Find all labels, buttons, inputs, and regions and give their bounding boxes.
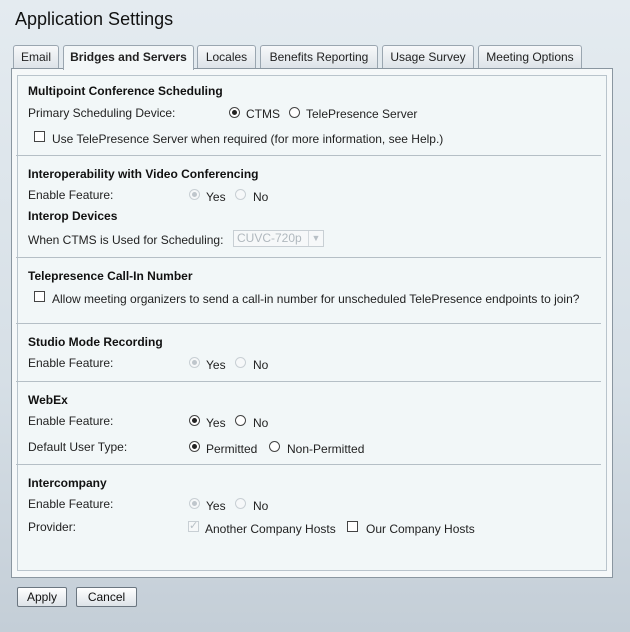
section-title-intercompany: Intercompany [28, 476, 107, 490]
section-title-webex: WebEx [28, 393, 68, 407]
radio-ctms[interactable] [229, 107, 240, 118]
use-tps-checkbox[interactable] [34, 131, 45, 142]
interop-yes-label: Yes [206, 190, 226, 204]
divider [16, 323, 601, 324]
section-title-callin: Telepresence Call-In Number [28, 269, 193, 283]
studio-enable-label: Enable Feature: [28, 356, 114, 370]
tab-email[interactable]: Email [13, 45, 59, 68]
ctms-scheduling-label: When CTMS is Used for Scheduling: [28, 233, 224, 247]
tab-benefits-reporting[interactable]: Benefits Reporting [260, 45, 378, 68]
our-company-label[interactable]: Our Company Hosts [366, 522, 475, 536]
radio-permitted-label[interactable]: Permitted [206, 442, 257, 456]
section-title-multipoint: Multipoint Conference Scheduling [28, 84, 223, 98]
webex-radio-yes[interactable] [189, 415, 200, 426]
tab-locales[interactable]: Locales [197, 45, 256, 68]
use-tps-label: Use TelePresence Server when required (f… [52, 132, 444, 146]
radio-telepresence-server[interactable] [289, 107, 300, 118]
webex-yes-label[interactable]: Yes [206, 416, 226, 430]
chevron-down-icon: ▼ [308, 231, 323, 246]
radio-permitted[interactable] [189, 441, 200, 452]
allow-callin-label: Allow meeting organizers to send a call-… [52, 292, 580, 306]
interop-radio-no[interactable] [235, 189, 246, 200]
page-title: Application Settings [15, 9, 174, 29]
another-company-checkbox[interactable] [188, 519, 199, 532]
radio-non-permitted-label[interactable]: Non-Permitted [287, 442, 364, 456]
our-company-checkbox[interactable] [347, 521, 358, 532]
allow-callin-checkbox[interactable] [34, 291, 45, 302]
intercompany-radio-yes[interactable] [189, 498, 200, 509]
divider [16, 155, 601, 156]
intercompany-radio-no[interactable] [235, 498, 246, 509]
divider [16, 257, 601, 258]
interop-device-select[interactable]: CUVC-720p ▼ [233, 230, 324, 247]
studio-yes-label: Yes [206, 358, 226, 372]
radio-telepresence-server-label[interactable]: TelePresence Server [306, 107, 417, 121]
interop-radio-yes[interactable] [189, 189, 200, 200]
section-title-studio: Studio Mode Recording [28, 335, 163, 349]
intercompany-yes-label: Yes [206, 499, 226, 513]
webex-radio-no[interactable] [235, 415, 246, 426]
tab-bridges-and-servers[interactable]: Bridges and Servers [63, 45, 194, 70]
radio-non-permitted[interactable] [269, 441, 280, 452]
primary-scheduling-label: Primary Scheduling Device: [28, 106, 176, 120]
webex-no-label[interactable]: No [253, 416, 268, 430]
intercompany-no-label: No [253, 499, 269, 513]
provider-label: Provider: [28, 520, 77, 534]
interop-no-label: No [253, 190, 269, 204]
studio-no-label: No [253, 358, 269, 372]
tab-meeting-options[interactable]: Meeting Options [478, 45, 582, 68]
cancel-button[interactable]: Cancel [76, 587, 137, 607]
intercompany-enable-label: Enable Feature: [28, 497, 114, 511]
webex-enable-label: Enable Feature: [28, 414, 114, 428]
studio-radio-yes[interactable] [189, 357, 200, 368]
apply-button[interactable]: Apply [17, 587, 67, 607]
radio-ctms-label[interactable]: CTMS [246, 107, 280, 121]
default-user-type-label: Default User Type: [28, 440, 128, 454]
tab-usage-survey[interactable]: Usage Survey [382, 45, 474, 68]
interop-device-value: CUVC-720p [237, 231, 302, 245]
divider [16, 381, 601, 382]
another-company-label: Another Company Hosts [205, 522, 336, 536]
interop-enable-label: Enable Feature: [28, 188, 114, 202]
interop-devices-title: Interop Devices [28, 209, 118, 223]
section-title-interop: Interoperability with Video Conferencing [28, 167, 259, 181]
divider [16, 464, 601, 465]
studio-radio-no[interactable] [235, 357, 246, 368]
